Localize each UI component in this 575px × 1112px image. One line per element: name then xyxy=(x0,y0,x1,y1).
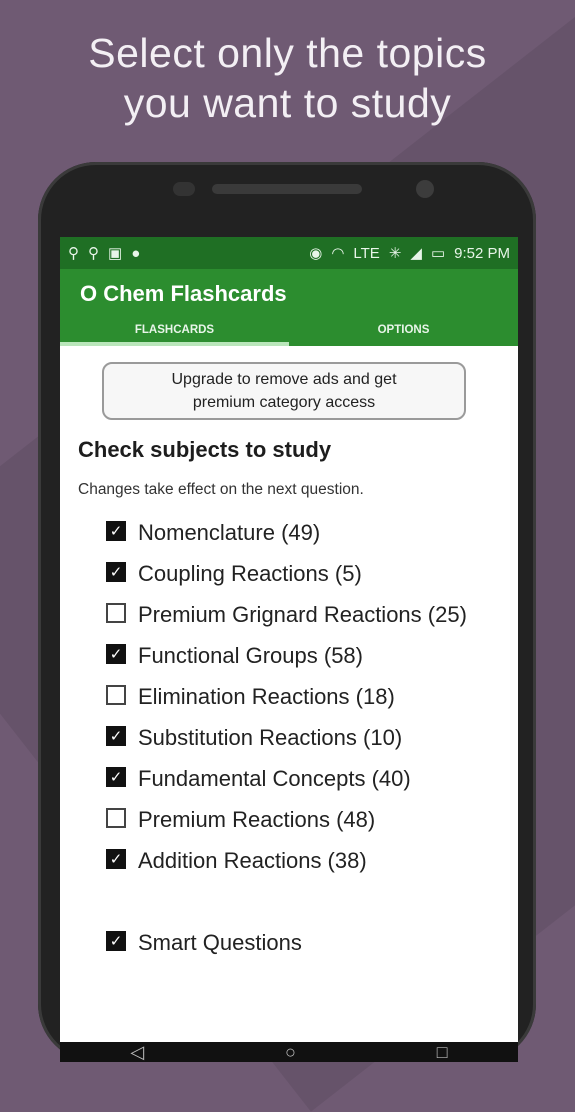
subjects-heading: Check subjects to study xyxy=(78,437,332,462)
tab-bar: FLASHCARDS OPTIONS xyxy=(60,318,518,346)
eye-icon: ◉ xyxy=(309,245,323,262)
tab-options[interactable]: OPTIONS xyxy=(289,318,518,346)
subject-item[interactable]: ✓ Nomenclature (49) xyxy=(106,517,506,548)
checkbox[interactable]: ✓ xyxy=(106,562,126,582)
checkbox[interactable]: ✓ xyxy=(106,644,126,664)
subject-item[interactable]: ✓ Coupling Reactions (5) xyxy=(106,558,506,589)
recents-icon[interactable]: □ xyxy=(437,1042,448,1063)
subjects-note: Changes take effect on the next question… xyxy=(78,481,364,498)
battery-icon: ▭ xyxy=(430,245,446,262)
nav-bar: ◁ ○ □ xyxy=(60,1042,518,1062)
checkbox[interactable]: ✓ xyxy=(106,767,126,787)
home-icon[interactable]: ○ xyxy=(285,1042,296,1063)
phone-frame: ⚲ ⚲ ▣ ● ◉ ◠ LTE ✳ ◢ ▭ 9:52 PM O Chem Fla… xyxy=(38,162,536,1062)
wifi-icon: ◠ xyxy=(331,245,345,262)
subject-label: Functional Groups (58) xyxy=(138,643,363,668)
subject-label: Nomenclature (49) xyxy=(138,520,321,545)
signal-icon: ◢ xyxy=(410,245,422,262)
bluetooth-icon: ✳ xyxy=(388,245,402,262)
checkbox[interactable]: ✓ xyxy=(106,521,126,541)
subject-label: Addition Reactions (38) xyxy=(138,848,367,873)
proximity-sensor xyxy=(173,182,195,196)
promo-headline: Select only the topics you want to study xyxy=(0,28,575,128)
subject-label: Coupling Reactions (5) xyxy=(138,561,362,586)
usb-icon: ⚲ xyxy=(88,245,99,262)
upgrade-button[interactable]: Upgrade to remove ads and get premium ca… xyxy=(102,362,466,420)
subject-item[interactable]: ✓ Fundamental Concepts (40) xyxy=(106,763,506,794)
checkbox[interactable]: ✓ xyxy=(106,931,126,951)
earpiece-speaker xyxy=(212,184,362,194)
image-icon: ▣ xyxy=(108,245,123,262)
checkbox[interactable] xyxy=(106,685,126,705)
checkbox[interactable]: ✓ xyxy=(106,726,126,746)
subject-label: Elimination Reactions (18) xyxy=(138,684,395,709)
subject-label: Premium Grignard Reactions (25) xyxy=(138,602,467,627)
subject-label: Premium Reactions (48) xyxy=(138,807,376,832)
app-title: O Chem Flashcards xyxy=(80,281,287,306)
android-icon: ● xyxy=(131,244,141,262)
app-screen: ⚲ ⚲ ▣ ● ◉ ◠ LTE ✳ ◢ ▭ 9:52 PM O Chem Fla… xyxy=(60,237,518,1062)
subject-item[interactable]: Premium Grignard Reactions (25) xyxy=(106,599,506,630)
subject-item[interactable]: ✓ Functional Groups (58) xyxy=(106,640,506,671)
upgrade-line-1: Upgrade to remove ads and get xyxy=(171,371,397,388)
upgrade-line-2: premium category access xyxy=(192,394,376,411)
status-time: 9:52 PM xyxy=(454,244,510,262)
subject-item[interactable]: ✓ Substitution Reactions (10) xyxy=(106,722,506,753)
subject-item[interactable]: Premium Reactions (48) xyxy=(106,804,506,835)
smart-questions-label: Smart Questions xyxy=(138,930,302,955)
lte-label: LTE xyxy=(353,244,380,262)
subject-label: Substitution Reactions (10) xyxy=(138,725,403,750)
front-camera xyxy=(416,180,434,198)
status-bar: ⚲ ⚲ ▣ ● ◉ ◠ LTE ✳ ◢ ▭ 9:52 PM xyxy=(60,237,518,269)
promo-line-1: Select only the topics xyxy=(88,30,487,76)
tab-flashcards[interactable]: FLASHCARDS xyxy=(60,318,289,346)
usb-icon: ⚲ xyxy=(68,245,79,262)
subject-item[interactable]: Elimination Reactions (18) xyxy=(106,681,506,712)
smart-questions-item[interactable]: ✓ Smart Questions xyxy=(106,927,302,958)
back-icon[interactable]: ◁ xyxy=(130,1042,144,1063)
subject-item[interactable]: ✓ Addition Reactions (38) xyxy=(106,845,506,876)
promo-line-2: you want to study xyxy=(123,80,452,126)
checkbox[interactable] xyxy=(106,603,126,623)
checkbox[interactable]: ✓ xyxy=(106,849,126,869)
subject-list: ✓ Nomenclature (49) ✓ Coupling Reactions… xyxy=(106,517,506,886)
app-bar: O Chem Flashcards FLASHCARDS OPTIONS xyxy=(60,269,518,346)
checkbox[interactable] xyxy=(106,808,126,828)
subject-label: Fundamental Concepts (40) xyxy=(138,766,411,791)
